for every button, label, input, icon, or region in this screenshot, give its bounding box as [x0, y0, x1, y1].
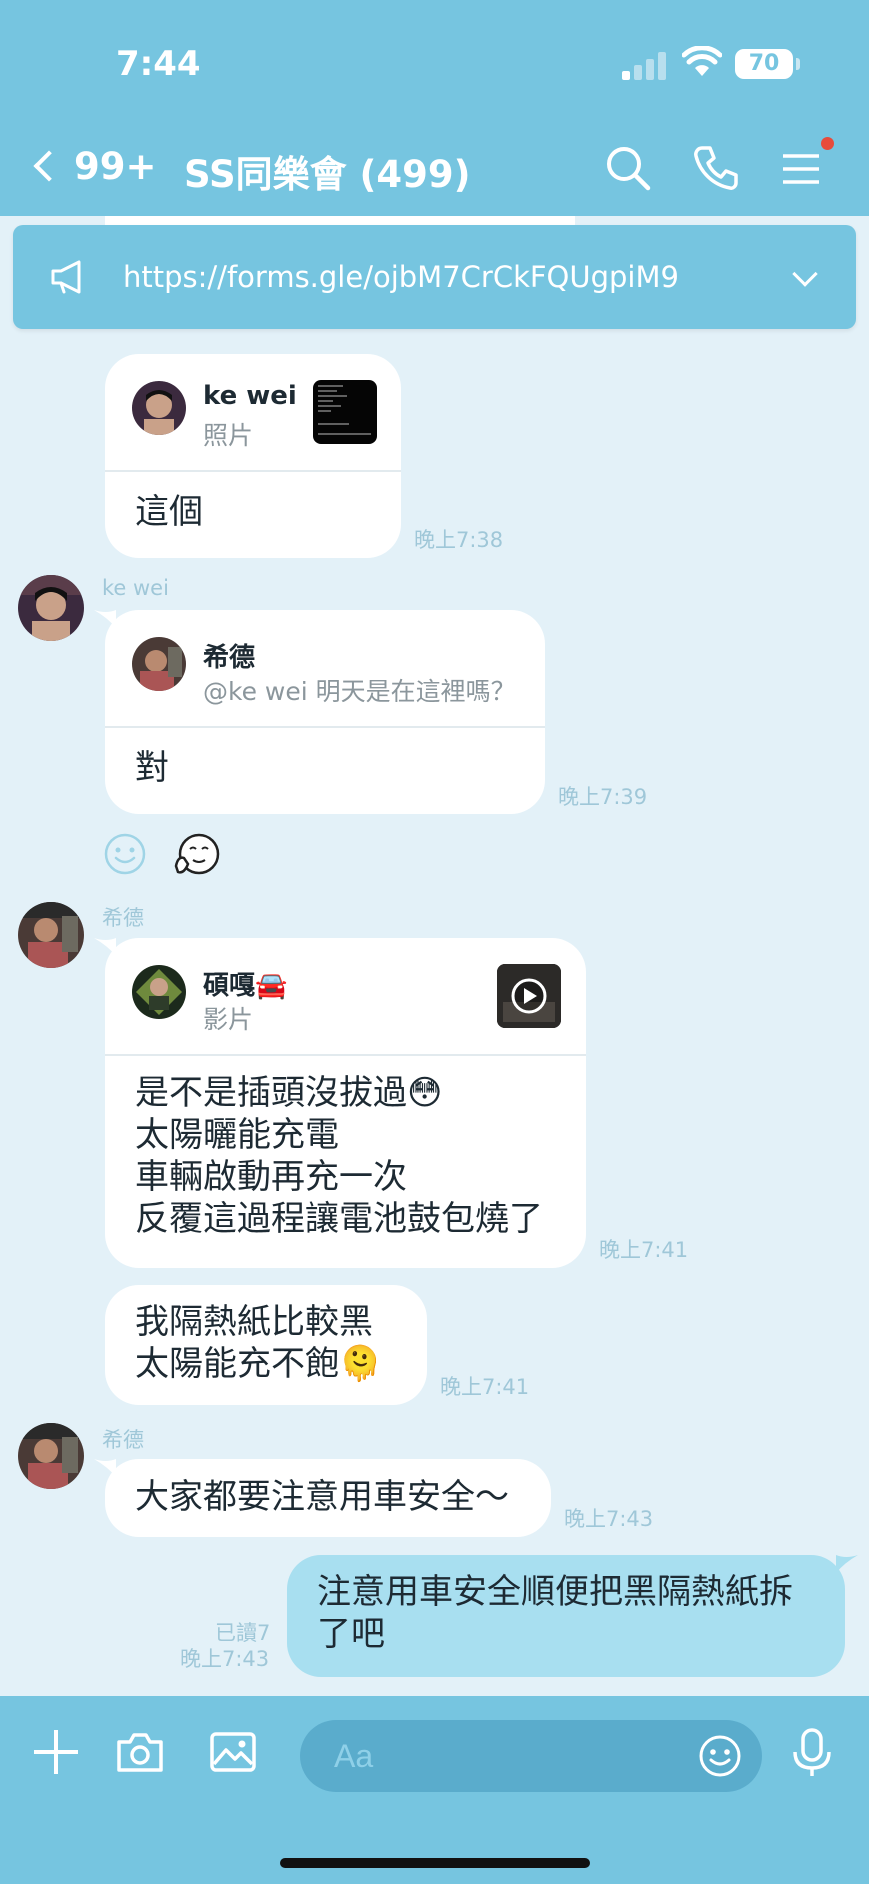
message-text: 我隔熱紙比較黑 太陽能充不飽🫠 — [135, 1302, 382, 1384]
message-text: 注意用車安全順便把黑隔熱紙拆 了吧 — [317, 1572, 793, 1654]
reply-sender-name: 碩嘎🚘 — [203, 971, 288, 1001]
message-bubble[interactable]: ke wei 照片 這個 — [105, 354, 401, 558]
sender-avatar[interactable] — [18, 575, 84, 641]
chevron-down-icon[interactable] — [792, 261, 818, 287]
message-time: 晚上7:38 — [414, 528, 504, 552]
battery-nub — [796, 58, 800, 70]
message-time: 晚上7:41 — [599, 1238, 689, 1262]
message-time: 晚上7:43 — [564, 1507, 654, 1531]
message-text: 對 — [135, 748, 169, 788]
reaction-sticker-icon[interactable] — [172, 830, 222, 878]
unread-count: 99+ — [74, 144, 157, 188]
message-bubble[interactable]: 希德 @ke wei 明天是在這裡嗎？ 對 — [105, 610, 545, 814]
message-time: 晚上7:41 — [440, 1375, 530, 1399]
chat-area[interactable]: ke wei 照片 這個 晚上7:38 ke wei 希德 @ke wei 明天… — [0, 216, 869, 1696]
chevron-left-icon — [33, 150, 65, 182]
plus-icon[interactable] — [30, 1726, 82, 1778]
sender-name: ke wei — [102, 576, 169, 600]
microphone-icon[interactable] — [786, 1726, 838, 1778]
bubble-tail — [836, 1555, 858, 1573]
message-text: 這個 — [135, 492, 203, 532]
header-bar: 7:44 70 99+ SS同樂會 (499) — [0, 0, 869, 216]
image-icon[interactable] — [207, 1726, 259, 1778]
signal-icon — [622, 50, 668, 80]
chat-title[interactable]: SS同樂會 (499) — [184, 144, 471, 198]
announcement-link[interactable]: https://forms.gle/ojbM7CrCkFQUgpiM9 — [123, 260, 679, 294]
reply-preview: 照片 — [203, 421, 254, 450]
reply-quote[interactable]: ke wei 照片 — [105, 354, 401, 472]
announcement-banner[interactable]: https://forms.gle/ojbM7CrCkFQUgpiM9 — [13, 225, 856, 329]
reply-quote[interactable]: 碩嘎🚘 影片 — [105, 938, 586, 1056]
message-text: 是不是插頭沒拔過😳 太陽曬能充電 車輛啟動再充一次 反覆這過程讓電池鼓包燒了 — [135, 1073, 543, 1239]
status-time: 7:44 — [116, 44, 201, 84]
reply-quote[interactable]: 希德 @ke wei 明天是在這裡嗎？ — [105, 610, 545, 728]
message-time: 晚上7:39 — [558, 785, 648, 809]
smiley-icon[interactable] — [698, 1734, 742, 1778]
reply-avatar — [132, 965, 186, 1019]
reply-sender-name: ke wei — [203, 381, 297, 411]
menu-icon[interactable] — [775, 142, 827, 194]
message-text: 大家都要注意用車安全～ — [135, 1477, 509, 1517]
video-thumbnail[interactable] — [497, 964, 561, 1028]
sender-avatar[interactable] — [18, 902, 84, 968]
notification-dot — [821, 137, 834, 150]
megaphone-icon — [51, 260, 81, 294]
reply-avatar — [132, 381, 186, 435]
sender-name: 希德 — [102, 906, 144, 930]
reply-avatar — [132, 637, 186, 691]
reply-sender-name: 希德 — [203, 643, 256, 673]
message-input[interactable] — [334, 1734, 654, 1778]
phone-icon[interactable] — [690, 142, 742, 194]
message-time: 晚上7:43 — [180, 1647, 270, 1671]
outgoing-message-bubble[interactable]: 注意用車安全順便把黑隔熱紙拆 了吧 — [287, 1555, 845, 1677]
reply-preview: 影片 — [203, 1005, 254, 1034]
message-bubble[interactable]: 我隔熱紙比較黑 太陽能充不飽🫠 — [105, 1285, 427, 1405]
search-icon[interactable] — [602, 142, 654, 194]
battery-indicator: 70 — [735, 49, 793, 79]
home-indicator[interactable] — [280, 1858, 590, 1868]
camera-icon[interactable] — [114, 1726, 166, 1778]
input-bar — [0, 1696, 869, 1884]
message-bubble[interactable]: 大家都要注意用車安全～ — [105, 1459, 551, 1537]
message-input-field[interactable] — [300, 1720, 762, 1792]
sender-avatar[interactable] — [18, 1423, 84, 1489]
wifi-icon — [682, 46, 722, 76]
back-button[interactable]: 99+ — [30, 142, 157, 190]
message-bubble[interactable]: 碩嘎🚘 影片 是不是插頭沒拔過😳 太陽曬能充電 車輛啟動再充一次 反覆這過程讓電… — [105, 938, 586, 1268]
photo-thumbnail — [313, 380, 377, 444]
reply-preview: @ke wei 明天是在這裡嗎？ — [203, 677, 516, 706]
sender-name: 希德 — [102, 1428, 144, 1452]
add-reaction-icon[interactable] — [103, 832, 147, 876]
